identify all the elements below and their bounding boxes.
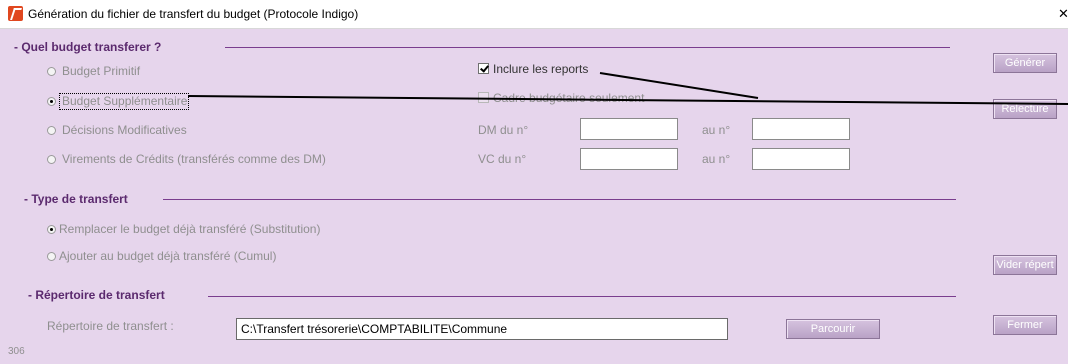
annotation-line [187, 95, 1068, 105]
status-code: 306 [8, 346, 25, 357]
annotation-line [599, 72, 759, 99]
annotation-lines [187, 72, 1068, 105]
